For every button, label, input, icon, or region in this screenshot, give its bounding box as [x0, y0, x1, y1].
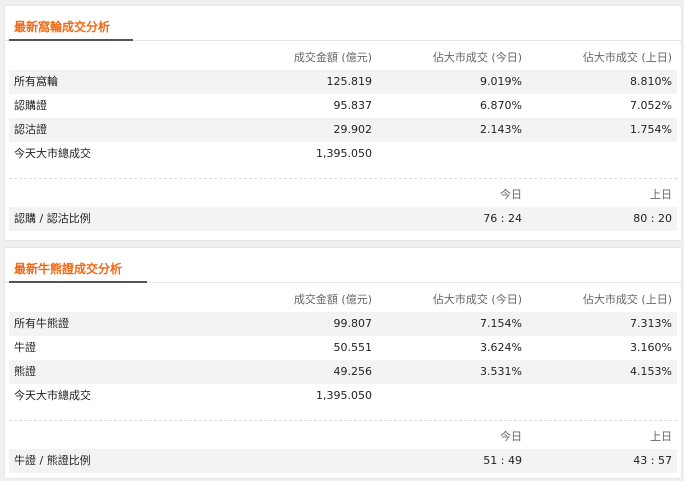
table-row: 今天大市總成交 1,395.050 [9, 142, 677, 166]
cbbc-panel-header: 最新牛熊證成交分析 [5, 248, 681, 283]
ratio-label: 牛證 / 熊證比例 [14, 454, 91, 467]
row-amount: 29.902 [333, 123, 373, 136]
ratio-prev: 80 : 20 [633, 212, 672, 225]
cbbc-panel: 最新牛熊證成交分析 成交金額 (億元) 佔大市成交 (今日) 佔大市成交 (上日… [5, 248, 681, 478]
row-label: 牛證 [14, 341, 36, 354]
divider [9, 420, 677, 421]
row-share-today: 9.019% [480, 75, 522, 88]
title-underline [9, 281, 147, 283]
row-amount: 1,395.050 [316, 389, 372, 402]
row-share-today: 3.624% [480, 341, 522, 354]
row-share-today: 7.154% [480, 317, 522, 330]
header-share-today: 佔大市成交 (今日) [432, 293, 522, 306]
ratio-label: 認購 / 認沽比例 [14, 212, 91, 225]
table-row: 今天大市總成交 1,395.050 [9, 384, 677, 408]
row-amount: 99.807 [333, 317, 373, 330]
row-label: 認購證 [14, 99, 47, 112]
row-label: 所有牛熊證 [14, 317, 69, 330]
ratio-header-today: 今日 [500, 430, 522, 443]
row-share-prev: 7.313% [630, 317, 672, 330]
row-share-prev: 8.810% [630, 75, 672, 88]
table-row: 熊證 49.256 3.531% 4.153% [9, 360, 677, 384]
ratio-today: 76 : 24 [483, 212, 522, 225]
header-amount: 成交金額 (億元) [293, 51, 372, 64]
warrants-panel-title: 最新窩輪成交分析 [14, 20, 111, 34]
row-share-prev: 3.160% [630, 341, 672, 354]
row-share-today: 2.143% [480, 123, 522, 136]
table-row: 所有窩輪 125.819 9.019% 8.810% [9, 70, 677, 94]
divider [9, 178, 677, 179]
ratio-prev: 43 : 57 [633, 454, 672, 467]
row-label: 熊證 [14, 365, 36, 378]
ratio-header-row: 今日 上日 [9, 425, 677, 449]
row-label: 認沽證 [14, 123, 47, 136]
table-row: 牛證 50.551 3.624% 3.160% [9, 336, 677, 360]
warrants-panel: 最新窩輪成交分析 成交金額 (億元) 佔大市成交 (今日) 佔大市成交 (上日)… [5, 6, 681, 240]
row-amount: 1,395.050 [316, 147, 372, 160]
cbbc-panel-title: 最新牛熊證成交分析 [14, 262, 123, 276]
column-header-row: 成交金額 (億元) 佔大市成交 (今日) 佔大市成交 (上日) [9, 46, 677, 70]
row-share-prev: 4.153% [630, 365, 672, 378]
row-share-today: 3.531% [480, 365, 522, 378]
ratio-today: 51 : 49 [483, 454, 522, 467]
row-label: 今天大市總成交 [14, 147, 91, 160]
table-row: 認沽證 29.902 2.143% 1.754% [9, 118, 677, 142]
ratio-row: 認購 / 認沽比例 76 : 24 80 : 20 [9, 207, 677, 231]
header-amount: 成交金額 (億元) [293, 293, 372, 306]
row-amount: 49.256 [333, 365, 373, 378]
header-share-prev: 佔大市成交 (上日) [582, 51, 672, 64]
table-row: 所有牛熊證 99.807 7.154% 7.313% [9, 312, 677, 336]
row-amount: 125.819 [326, 75, 373, 88]
ratio-row: 牛證 / 熊證比例 51 : 49 43 : 57 [9, 449, 677, 473]
column-header-row: 成交金額 (億元) 佔大市成交 (今日) 佔大市成交 (上日) [9, 288, 677, 312]
row-label: 今天大市總成交 [14, 389, 91, 402]
table-row: 認購證 95.837 6.870% 7.052% [9, 94, 677, 118]
header-share-prev: 佔大市成交 (上日) [582, 293, 672, 306]
title-underline [9, 39, 133, 41]
row-amount: 50.551 [333, 341, 373, 354]
row-label: 所有窩輪 [14, 75, 58, 88]
row-share-today: 6.870% [480, 99, 522, 112]
row-share-prev: 1.754% [630, 123, 672, 136]
ratio-header-row: 今日 上日 [9, 183, 677, 207]
header-share-today: 佔大市成交 (今日) [432, 51, 522, 64]
ratio-header-prev: 上日 [650, 430, 672, 443]
ratio-header-today: 今日 [500, 188, 522, 201]
warrants-panel-header: 最新窩輪成交分析 [5, 6, 681, 41]
ratio-header-prev: 上日 [650, 188, 672, 201]
row-amount: 95.837 [333, 99, 373, 112]
row-share-prev: 7.052% [630, 99, 672, 112]
